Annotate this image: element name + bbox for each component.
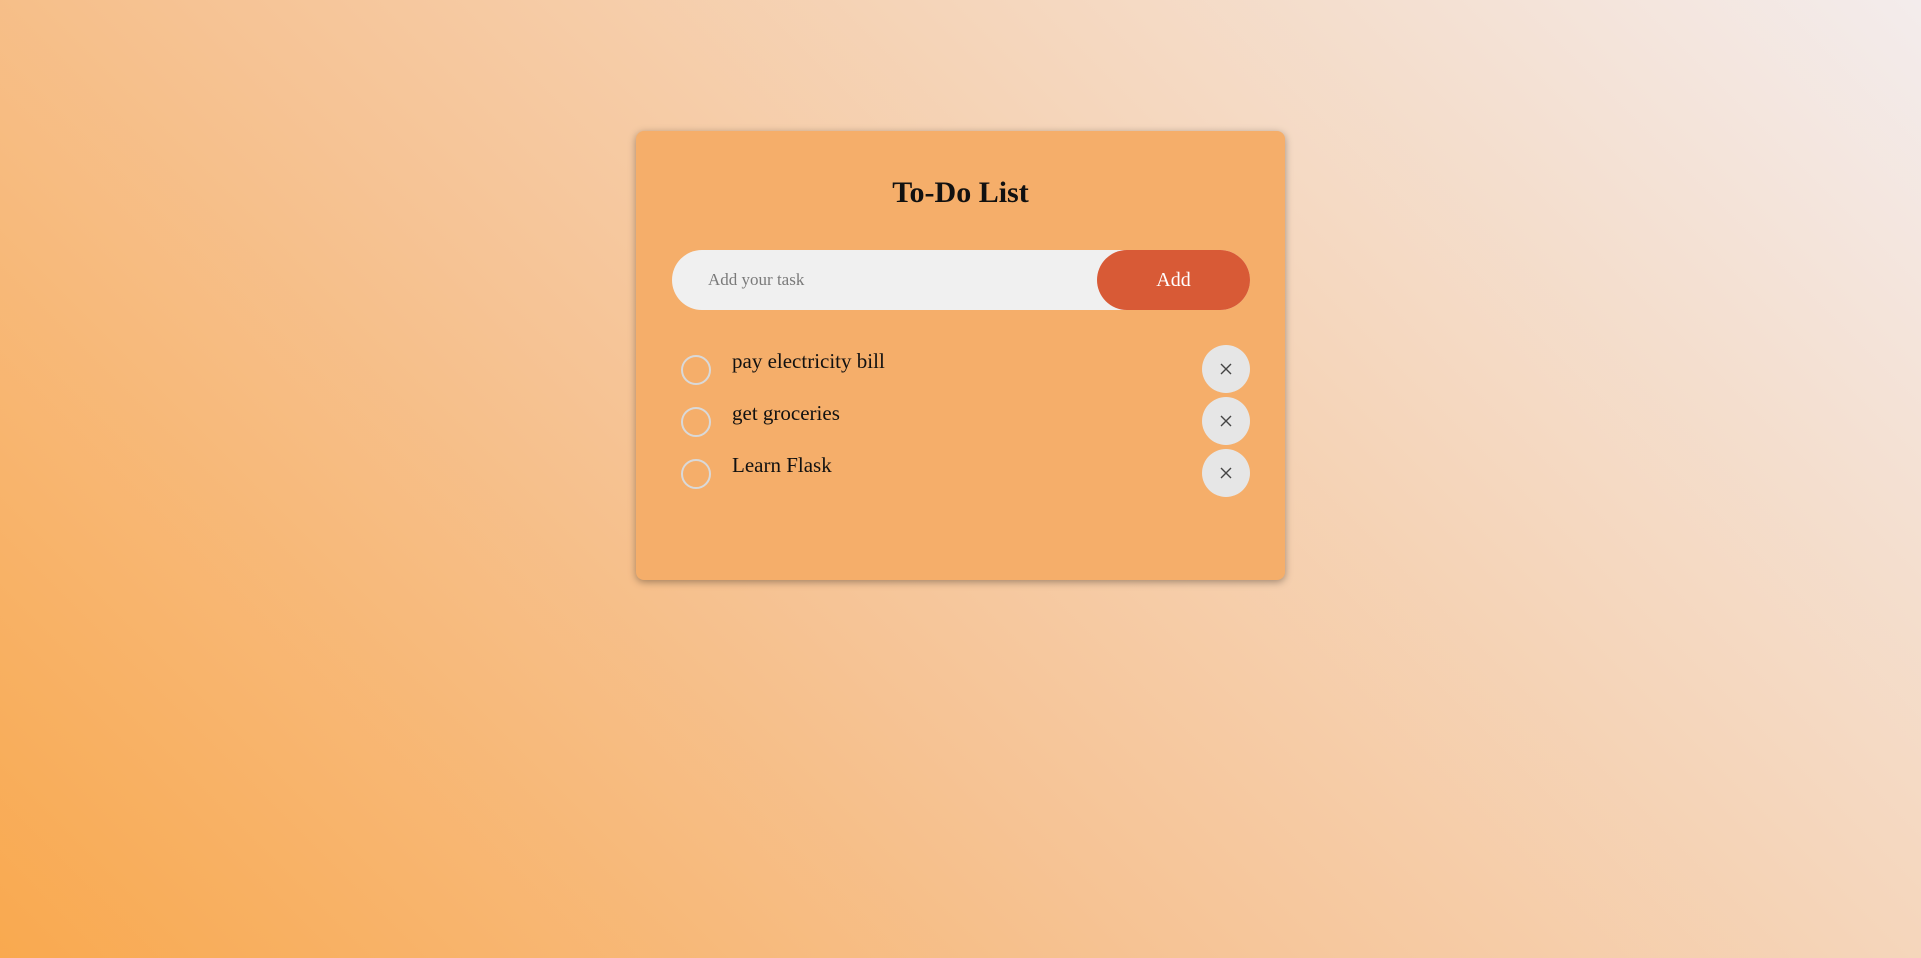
close-icon <box>1220 415 1232 427</box>
task-checkbox-circle-icon[interactable] <box>681 407 711 437</box>
task-item[interactable]: Learn Flask <box>672 449 1250 501</box>
page-title: To-Do List <box>892 176 1029 209</box>
delete-task-button[interactable] <box>1202 449 1250 497</box>
task-checkbox-circle-icon[interactable] <box>681 459 711 489</box>
task-item[interactable]: get groceries <box>672 397 1250 449</box>
add-task-button[interactable]: Add <box>1097 250 1250 310</box>
delete-task-button[interactable] <box>1202 345 1250 393</box>
task-item[interactable]: pay electricity bill <box>672 345 1250 397</box>
task-text[interactable]: pay electricity bill <box>732 348 885 374</box>
task-checkbox-circle-icon[interactable] <box>681 355 711 385</box>
todo-card: To-Do List Add pay electricity bill get … <box>636 131 1285 580</box>
task-input[interactable] <box>672 250 1092 310</box>
task-text[interactable]: get groceries <box>732 400 840 426</box>
task-input-row: Add <box>672 250 1250 310</box>
task-list: pay electricity bill get groceries Learn… <box>672 345 1250 501</box>
task-text[interactable]: Learn Flask <box>732 452 832 478</box>
close-icon <box>1220 467 1232 479</box>
delete-task-button[interactable] <box>1202 397 1250 445</box>
close-icon <box>1220 363 1232 375</box>
